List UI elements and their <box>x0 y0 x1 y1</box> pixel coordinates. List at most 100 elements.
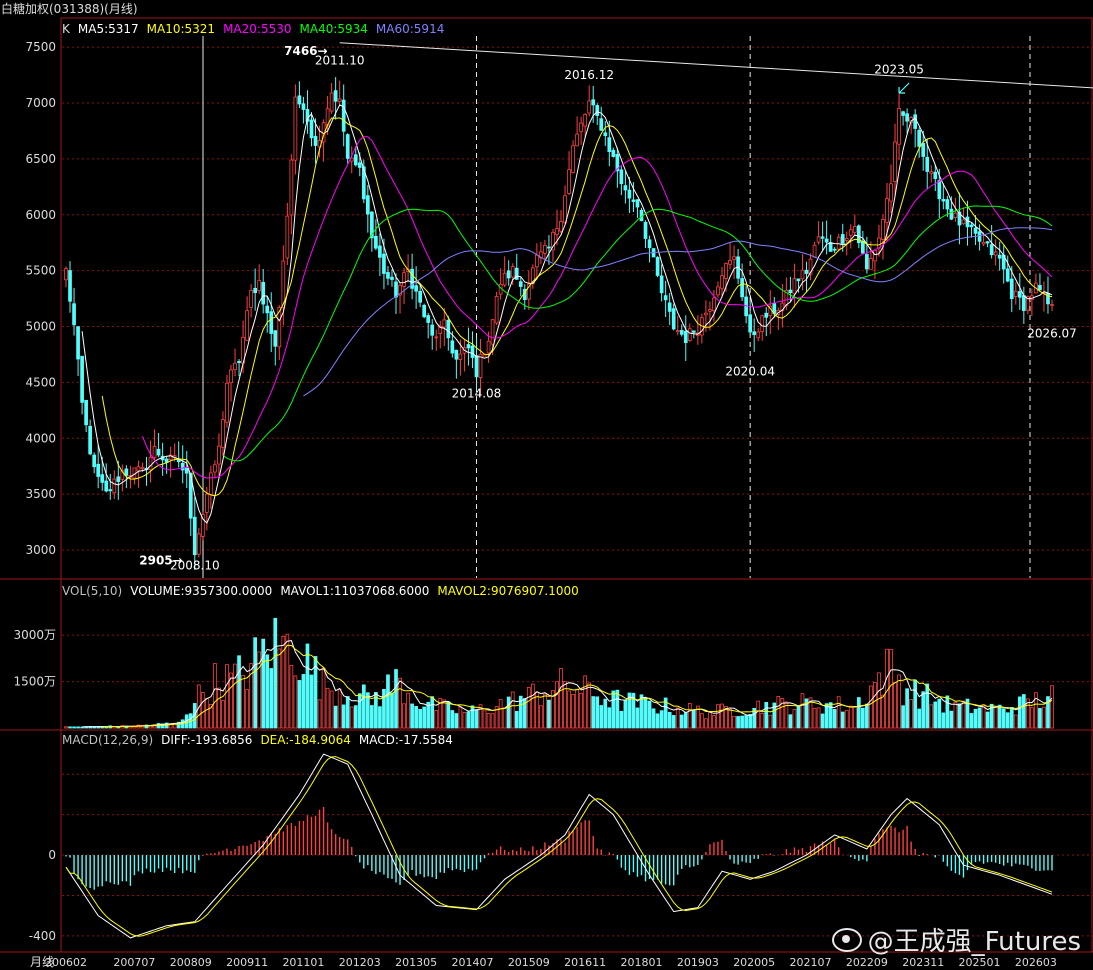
candle-body <box>116 476 121 482</box>
x-tick-label: 201903 <box>677 956 719 969</box>
candle-body <box>148 456 153 471</box>
volume-bar <box>659 710 664 729</box>
volume-bar <box>490 713 495 729</box>
volume-bar <box>418 709 423 729</box>
volume-tick-label: 1500万 <box>13 675 56 689</box>
watermark-text: @王成强_Futures <box>867 927 1081 957</box>
volume-bar <box>446 701 451 729</box>
candle-body <box>663 295 668 301</box>
volume-bar <box>341 704 346 729</box>
candle-body <box>357 162 362 168</box>
volume-bar <box>708 711 712 729</box>
candle-body <box>679 330 684 335</box>
chart-frame <box>60 17 1093 953</box>
candle-body <box>184 467 189 474</box>
volume-bar <box>897 674 901 729</box>
candle-body <box>599 118 604 131</box>
candle-body <box>724 262 728 279</box>
volume-bar <box>905 688 909 729</box>
volume-bar <box>482 710 487 729</box>
volume-bar <box>305 643 310 729</box>
candle-body <box>454 349 459 360</box>
candle-body <box>901 111 905 116</box>
candle-body <box>756 331 761 339</box>
volume-bar <box>559 668 563 729</box>
volume-bar <box>530 683 535 729</box>
volume-bar <box>200 692 205 729</box>
candle-body <box>796 278 801 282</box>
volume-bar <box>1009 707 1014 729</box>
candle-body <box>68 270 72 302</box>
candle-body <box>579 122 583 132</box>
volume-bar <box>712 715 716 729</box>
volume-bar <box>357 693 362 729</box>
candle-body <box>820 236 825 239</box>
volume-bar <box>865 703 869 729</box>
volume-bar <box>764 701 769 729</box>
volume-bar <box>760 713 765 729</box>
volume-bar <box>832 708 837 729</box>
candle-body <box>506 270 511 279</box>
volume-bar <box>293 675 298 729</box>
price-annotation: 2023.05 <box>874 63 924 77</box>
volume-bar <box>981 704 986 729</box>
candle-body <box>100 474 105 483</box>
price-tick-label: 4000 <box>25 431 56 445</box>
candle-body <box>720 275 724 289</box>
watermark: @王成强_Futures <box>831 921 1081 958</box>
candle-body <box>913 114 918 129</box>
volume-bar <box>297 680 302 729</box>
candle-body <box>800 269 805 280</box>
volume-bar <box>973 708 978 729</box>
volume-bar <box>881 694 885 729</box>
volume-bar <box>800 693 805 729</box>
candle-body <box>390 276 394 280</box>
price-tick-label: 5000 <box>25 320 56 334</box>
candle-body <box>844 237 849 241</box>
x-tick-label: 202107 <box>790 956 832 969</box>
candle-body <box>1038 285 1042 291</box>
candle-body <box>414 285 418 292</box>
period-label: 月线 <box>30 955 55 969</box>
volume-bar <box>873 682 877 729</box>
candle-body <box>402 272 406 287</box>
volume-bar <box>510 691 515 729</box>
candle-body <box>152 445 157 458</box>
volume-bar <box>647 700 652 729</box>
volume-bar <box>917 708 922 729</box>
legend-mavol2: MAVOL2:9076907.1000 <box>437 584 579 598</box>
volume-bar <box>792 709 797 729</box>
candle-body <box>1017 291 1022 298</box>
volume-bar <box>378 706 382 729</box>
candle-body <box>510 266 515 278</box>
x-tick-label: 201611 <box>564 956 606 969</box>
candle-body <box>961 219 966 225</box>
candle-body <box>217 445 221 465</box>
volume-bar <box>205 698 209 729</box>
candle-body <box>873 249 877 262</box>
volume-bar <box>474 709 479 729</box>
volume-bar <box>233 663 237 729</box>
candle-body <box>937 180 942 200</box>
chart-canvas: 3000 3500 4000 4500 5000 5500 6000 6500 7000 7500… <box>0 17 1093 969</box>
candle-body <box>209 472 213 495</box>
volume-bar <box>744 715 748 729</box>
candle-body <box>828 242 833 252</box>
volume-bar <box>76 726 80 729</box>
volume-bar <box>732 715 736 729</box>
volume-bar <box>225 664 229 729</box>
candle-body <box>848 229 853 236</box>
candle-body <box>378 245 382 258</box>
price-annotation: 2020.04 <box>725 364 775 378</box>
volume-bar <box>442 699 447 729</box>
candle-body <box>474 355 479 378</box>
volume-bar <box>720 703 724 729</box>
volume-bar <box>728 708 732 729</box>
volume-bar <box>398 677 402 729</box>
candle-body <box>72 303 76 326</box>
volume-bar <box>913 679 918 729</box>
volume-bar <box>329 690 334 729</box>
candle-body <box>180 463 185 471</box>
candle-body <box>893 141 897 182</box>
candle-body <box>840 234 845 244</box>
